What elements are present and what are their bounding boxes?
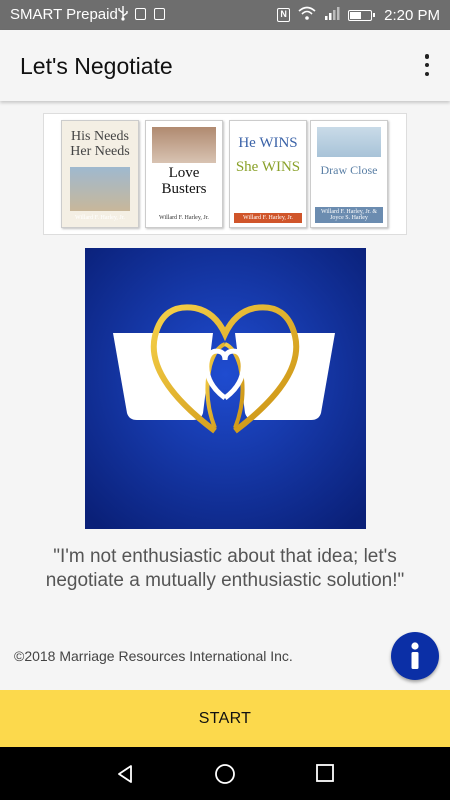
recents-icon[interactable] <box>315 763 335 783</box>
quote-text: "I'm not enthusiastic about that idea; l… <box>45 546 405 591</box>
nfc-icon: N <box>277 8 291 22</box>
back-icon[interactable] <box>114 763 136 785</box>
battery-saver-icon <box>154 8 165 20</box>
page-title: Let's Negotiate <box>20 53 173 79</box>
book-title-line1: His Needs <box>71 129 129 144</box>
book-title-line2: Busters <box>161 181 207 197</box>
info-button[interactable] <box>391 632 439 680</box>
book-cover-draw-close[interactable]: Draw Close Willard F. Harley, Jr. & Joyc… <box>310 120 388 228</box>
navigation-bar <box>0 747 450 800</box>
more-vert-icon[interactable] <box>418 52 436 78</box>
book-title-line1: He WINS <box>238 135 298 151</box>
book-title-line1: Love <box>168 165 200 181</box>
book-photo <box>70 167 130 211</box>
battery-icon <box>348 9 376 21</box>
start-button[interactable]: START <box>0 690 450 747</box>
book-photo <box>317 127 381 157</box>
clock: 2:20 PM <box>384 6 440 24</box>
carrier-label: SMART Prepaid <box>10 6 118 23</box>
book-cover-his-needs[interactable]: His Needs Her Needs Willard F. Harley, J… <box>61 120 139 228</box>
book-cover-love-busters[interactable]: Love Busters Willard F. Harley, Jr. <box>145 120 223 228</box>
book-photo <box>152 127 216 163</box>
usb-icon <box>117 5 129 25</box>
book-author: Willard F. Harley, Jr. & Joyce S. Harley <box>315 207 383 223</box>
signal-icon <box>324 6 340 24</box>
book-title-line1: Draw Close <box>320 163 378 177</box>
info-icon <box>411 642 419 669</box>
book-title-line2: Her Needs <box>70 144 130 159</box>
app-bar: Let's Negotiate <box>0 30 450 101</box>
copyright-text: ©2018 Marriage Resources International I… <box>14 648 293 664</box>
home-icon[interactable] <box>214 763 236 785</box>
status-bar: SMART Prepaid N 2:20 PM <box>0 0 450 30</box>
book-author: Willard F. Harley, Jr. <box>159 215 209 221</box>
wifi-icon <box>298 6 316 24</box>
book-author: Willard F. Harley, Jr. <box>234 213 302 223</box>
notification-icon <box>135 8 146 20</box>
books-banner[interactable]: His Needs Her Needs Willard F. Harley, J… <box>43 113 407 235</box>
book-author: Willard F. Harley, Jr. <box>75 215 125 221</box>
app-logo <box>85 248 366 529</box>
book-cover-he-wins[interactable]: He WINS She WINS Willard F. Harley, Jr. <box>229 120 307 228</box>
book-title-line2: She WINS <box>235 159 301 175</box>
